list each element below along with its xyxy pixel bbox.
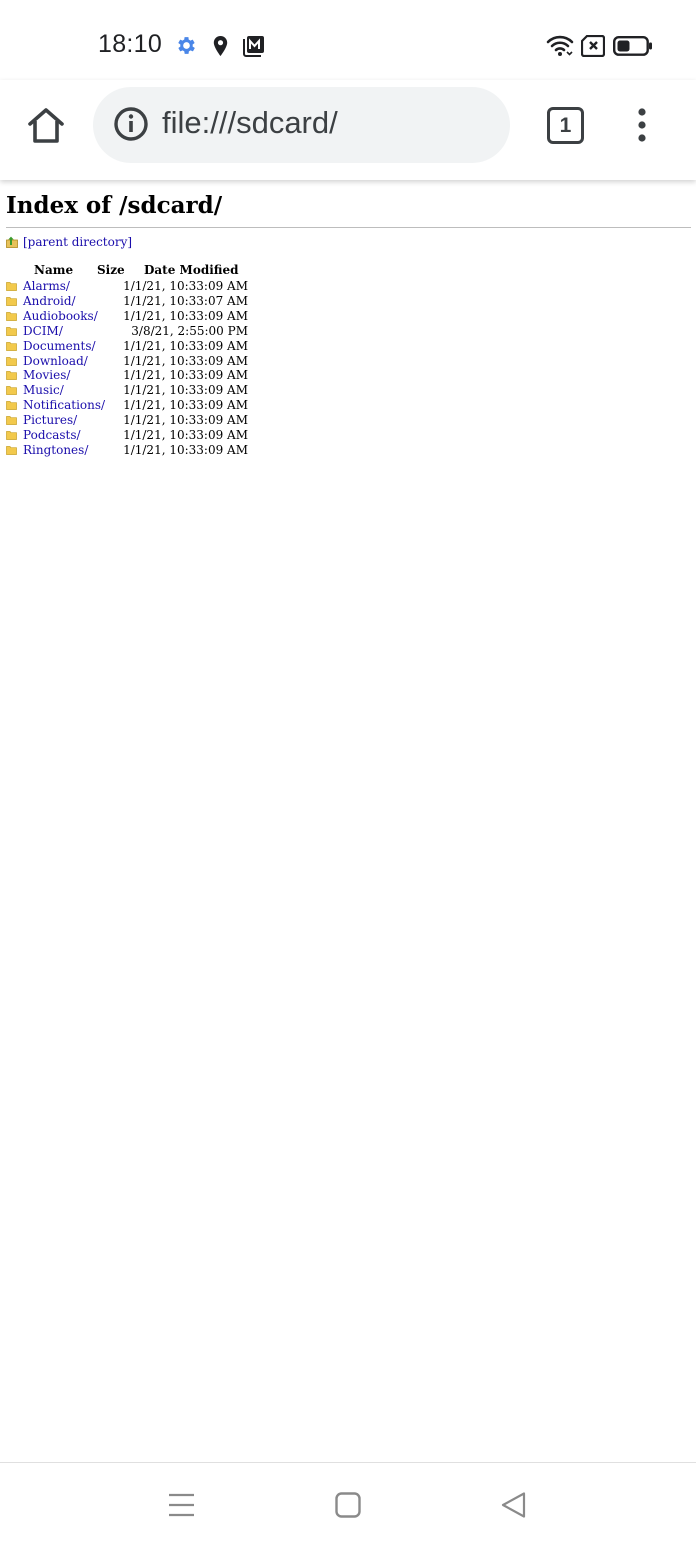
table-row: Podcasts/1/1/21, 10:33:09 AM xyxy=(6,428,266,443)
recents-menu-icon[interactable] xyxy=(168,1491,195,1519)
parent-directory-icon xyxy=(6,236,18,248)
date-modified-cell: 3/8/21, 2:55:00 PM xyxy=(131,323,248,338)
folder-link[interactable]: Movies/ xyxy=(23,368,70,383)
table-row: Movies/1/1/21, 10:33:09 AM xyxy=(6,368,266,383)
table-row: Pictures/1/1/21, 10:33:09 AM xyxy=(6,413,266,428)
folder-icon xyxy=(6,401,17,411)
date-modified-cell: 1/1/21, 10:33:09 AM xyxy=(123,279,248,293)
battery-icon xyxy=(613,36,652,56)
folder-icon xyxy=(6,341,17,351)
folder-link[interactable]: Pictures/ xyxy=(23,413,77,428)
table-row: Alarms/1/1/21, 10:33:09 AM xyxy=(6,279,266,294)
date-modified-cell: 1/1/21, 10:33:07 AM xyxy=(123,293,248,308)
table-row: Documents/1/1/21, 10:33:09 AM xyxy=(6,339,266,354)
date-modified-cell: 1/1/21, 10:33:09 AM xyxy=(123,338,248,353)
settings-gear-icon xyxy=(178,37,195,54)
more-vertical-icon[interactable] xyxy=(634,108,650,144)
home-square-icon[interactable] xyxy=(335,1491,361,1519)
date-modified-cell: 1/1/21, 10:33:09 AM xyxy=(123,308,248,323)
folder-icon xyxy=(6,282,17,291)
folder-link[interactable]: Documents/ xyxy=(23,339,96,354)
table-row: Music/1/1/21, 10:33:09 AM xyxy=(6,383,266,398)
table-row: Audiobooks/1/1/21, 10:33:09 AM xyxy=(6,309,266,324)
folder-icon xyxy=(6,326,17,336)
home-icon[interactable] xyxy=(26,106,66,146)
date-modified-cell: 1/1/21, 10:33:09 AM xyxy=(123,368,248,383)
system-nav-bar xyxy=(0,1462,696,1547)
folder-icon xyxy=(6,371,17,381)
folder-icon xyxy=(6,297,17,306)
folder-link[interactable]: Music/ xyxy=(23,383,64,398)
back-triangle-icon[interactable] xyxy=(500,1491,527,1519)
folder-icon xyxy=(6,386,17,396)
folder-link[interactable]: Alarms/ xyxy=(23,279,70,294)
folder-link[interactable]: Download/ xyxy=(23,354,88,369)
parent-directory-link[interactable]: [parent directory] xyxy=(23,235,132,249)
date-modified-cell: 1/1/21, 10:33:09 AM xyxy=(123,413,248,428)
column-header-name[interactable]: Name xyxy=(34,263,73,277)
folder-icon xyxy=(6,416,17,425)
folder-link[interactable]: Audiobooks/ xyxy=(23,309,98,324)
screen: 18:10 file:///sdcard/ 1 Index of /sdcard… xyxy=(0,0,696,1547)
date-modified-cell: 1/1/21, 10:33:09 AM xyxy=(123,353,248,368)
table-row: Notifications/1/1/21, 10:33:09 AM xyxy=(6,398,266,413)
page-title: Index of /sdcard/ xyxy=(6,192,223,219)
status-time: 18:10 xyxy=(98,30,163,58)
tab-switcher-button[interactable]: 1 xyxy=(547,107,584,144)
date-modified-cell: 1/1/21, 10:33:09 AM xyxy=(123,398,248,413)
folder-icon xyxy=(6,311,17,321)
date-modified-cell: 1/1/21, 10:33:09 AM xyxy=(123,428,248,442)
table-row: Ringtones/1/1/21, 10:33:09 AM xyxy=(6,443,266,458)
table-row: Download/1/1/21, 10:33:09 AM xyxy=(6,354,266,369)
date-modified-cell: 1/1/21, 10:33:09 AM xyxy=(123,383,248,398)
parent-directory-row: [parent directory] xyxy=(6,235,132,249)
title-divider xyxy=(6,227,691,228)
url-text[interactable]: file:///sdcard/ xyxy=(162,105,338,141)
table-row: Android/1/1/21, 10:33:07 AM xyxy=(6,294,266,309)
info-icon[interactable] xyxy=(113,106,149,142)
browser-toolbar: file:///sdcard/ 1 xyxy=(0,80,696,180)
folder-icon xyxy=(6,446,17,455)
column-header-date[interactable]: Date Modified xyxy=(144,263,239,277)
column-header-size[interactable]: Size xyxy=(97,263,125,277)
folder-link[interactable]: Podcasts/ xyxy=(23,428,81,443)
folder-icon xyxy=(6,431,17,440)
table-row: DCIM/3/8/21, 2:55:00 PM xyxy=(6,324,266,339)
folder-link[interactable]: Ringtones/ xyxy=(23,443,88,458)
wifi-icon xyxy=(546,35,574,56)
sim-no-signal-icon xyxy=(581,35,605,57)
status-bar: 18:10 xyxy=(0,0,696,88)
location-pin-icon xyxy=(213,36,228,56)
gallery-icon xyxy=(243,36,264,57)
folder-icon xyxy=(6,356,17,366)
folder-link[interactable]: Notifications/ xyxy=(23,398,105,413)
address-bar[interactable]: file:///sdcard/ xyxy=(93,87,510,163)
folder-link[interactable]: DCIM/ xyxy=(23,324,63,339)
date-modified-cell: 1/1/21, 10:33:09 AM xyxy=(123,442,248,457)
folder-link[interactable]: Android/ xyxy=(23,294,76,309)
